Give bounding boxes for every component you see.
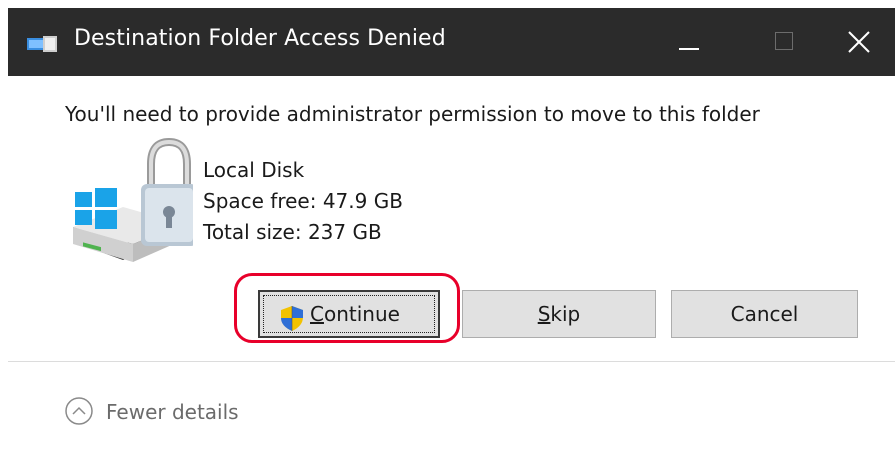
close-icon (848, 31, 870, 53)
cancel-button-label: Cancel (730, 302, 799, 326)
dialog-body: You'll need to provide administrator per… (8, 76, 895, 361)
skip-button-label: Skip (537, 302, 581, 326)
locked-drive-icon (63, 112, 197, 272)
drive-name: Local Disk (203, 158, 305, 182)
minimize-button[interactable] (641, 8, 737, 76)
close-button[interactable] (833, 8, 895, 76)
skip-button[interactable]: Skip (462, 290, 656, 338)
details-footer: Fewer details (8, 362, 895, 450)
file-move-icon (25, 29, 59, 57)
window-title: Destination Folder Access Denied (74, 26, 446, 51)
cancel-button[interactable]: Cancel (671, 290, 858, 338)
drive-space-free: Space free: 47.9 GB (203, 189, 403, 213)
chevron-up-circle-icon[interactable] (64, 396, 94, 426)
title-bar[interactable]: Destination Folder Access Denied (8, 8, 895, 76)
maximize-button[interactable] (737, 8, 833, 76)
dialog-window: Destination Folder Access Denied You'll … (0, 0, 895, 450)
continue-button[interactable]: Continue (258, 290, 440, 338)
drive-total-size: Total size: 237 GB (203, 220, 382, 244)
continue-button-label: Continue (310, 302, 400, 326)
fewer-details-toggle[interactable]: Fewer details (106, 400, 239, 424)
uac-shield-icon (278, 302, 306, 331)
